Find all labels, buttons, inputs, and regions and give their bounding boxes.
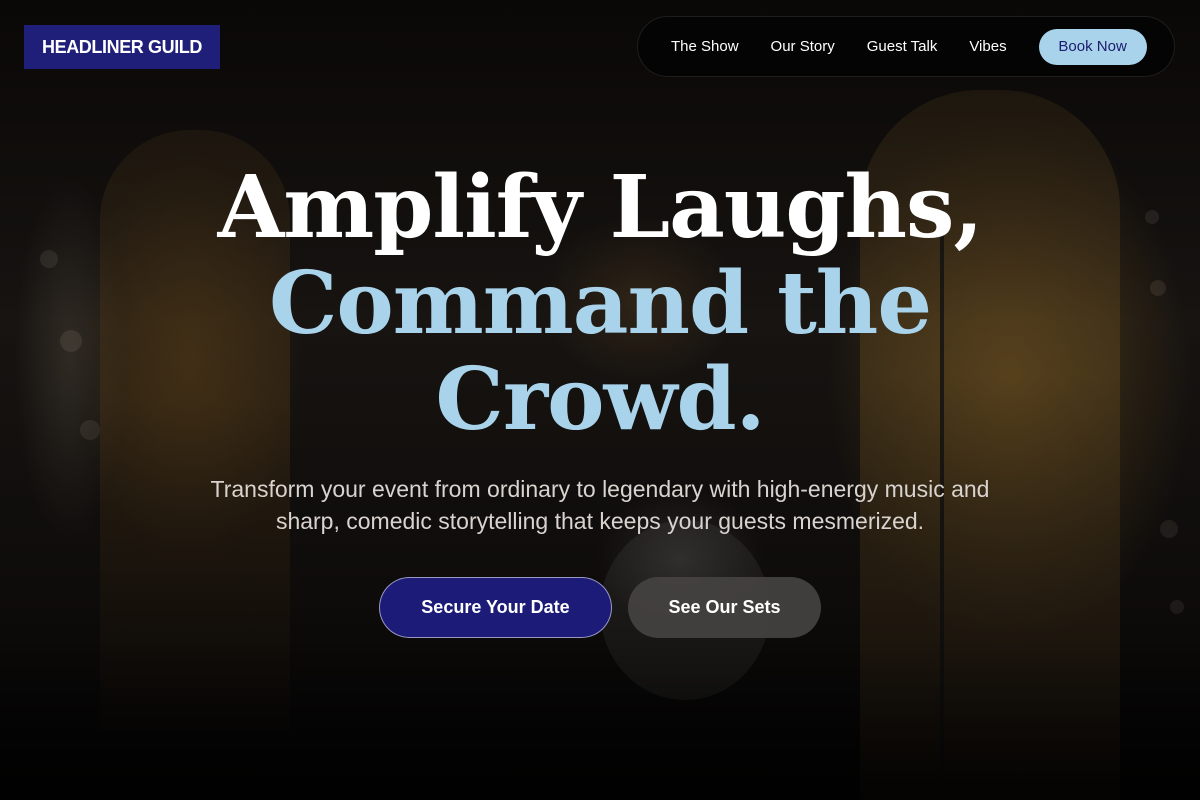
see-our-sets-button[interactable]: See Our Sets — [628, 577, 821, 638]
nav-item-vibes[interactable]: Vibes — [969, 38, 1006, 55]
brand-logo[interactable]: HEADLINER GUILD — [24, 25, 220, 69]
secure-your-date-button[interactable]: Secure Your Date — [379, 577, 612, 638]
hero-headline: Amplify Laughs, Command the Crowd. — [0, 160, 1200, 448]
nav-item-guest-talk[interactable]: Guest Talk — [867, 38, 938, 55]
main-nav: The Show Our Story Guest Talk Vibes Book… — [637, 16, 1175, 77]
hero-subtitle: Transform your event from ordinary to le… — [210, 476, 990, 534]
headline-line-1: Amplify Laughs, — [217, 157, 984, 258]
nav-item-the-show[interactable]: The Show — [671, 38, 739, 55]
nav-item-our-story[interactable]: Our Story — [771, 38, 835, 55]
book-now-button[interactable]: Book Now — [1038, 28, 1147, 65]
hero-section: HEADLINER GUILD The Show Our Story Guest… — [0, 0, 1200, 800]
headline-line-2: Command the — [268, 253, 932, 354]
headline-line-3: Crowd. — [435, 349, 765, 450]
